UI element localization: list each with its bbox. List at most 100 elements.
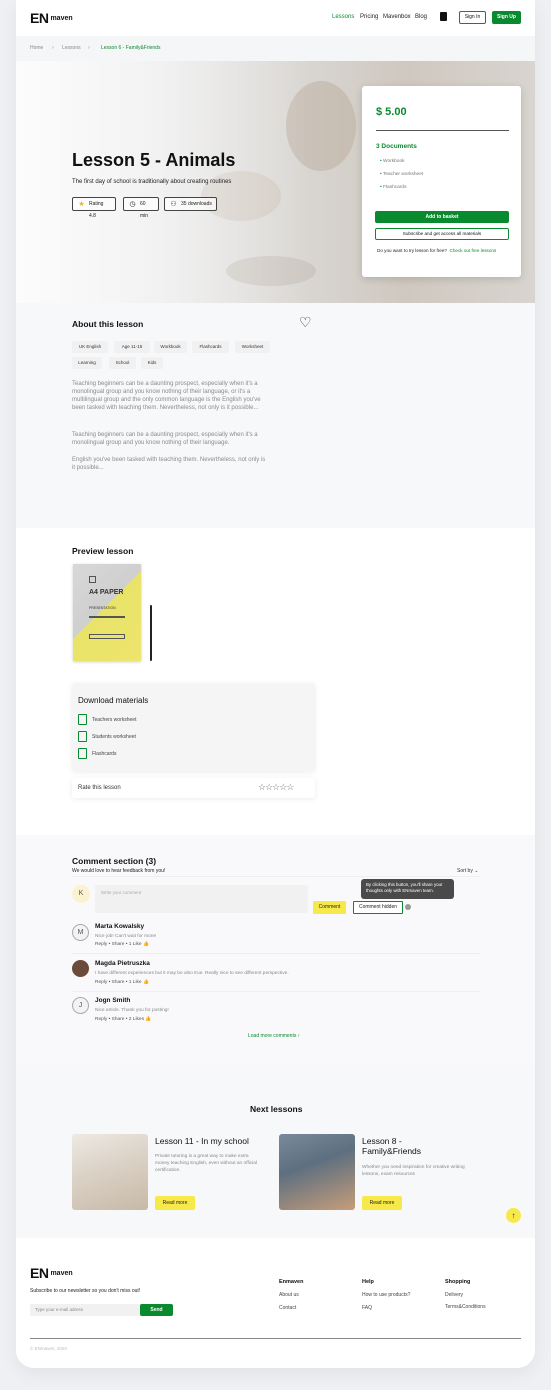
file-icon bbox=[78, 714, 87, 725]
avatar: M bbox=[72, 924, 89, 941]
tag[interactable]: Worksheet bbox=[235, 341, 270, 353]
lesson-title: Lesson 5 - Animals bbox=[72, 150, 236, 170]
preview-thumbnail[interactable]: A4 PAPER PRESENTATION bbox=[73, 564, 141, 661]
nav-blog[interactable]: Blog bbox=[415, 14, 427, 20]
lesson-card-text: Whether you need inspiration for creativ… bbox=[362, 1165, 465, 1177]
bullet-icon: • bbox=[380, 172, 382, 177]
comment-button[interactable]: Comment bbox=[313, 901, 346, 914]
free-lessons-link[interactable]: Check out free lessons bbox=[450, 248, 497, 253]
download-item[interactable]: Flashcards bbox=[78, 747, 116, 761]
footer-link[interactable]: Terms&Conditions bbox=[445, 1304, 486, 1310]
download-item[interactable]: Students worksheet bbox=[78, 730, 136, 744]
breadcrumb-bar bbox=[16, 36, 535, 61]
nav-lessons[interactable]: Lessons bbox=[332, 14, 354, 20]
sort-label: Sort by bbox=[457, 868, 473, 874]
newsletter-text: Subscribe to our newsletter so you don't… bbox=[30, 1288, 141, 1294]
comment-hidden-button[interactable]: Comment hidden bbox=[353, 901, 403, 914]
tag[interactable]: UK English bbox=[72, 341, 108, 353]
file-icon bbox=[78, 731, 87, 742]
avatar bbox=[72, 960, 89, 977]
download-item-label: Teachers worksheet bbox=[92, 717, 137, 723]
share-link[interactable]: Share bbox=[112, 980, 125, 985]
star-icon[interactable]: ☆ bbox=[286, 782, 294, 792]
breadcrumb-home[interactable]: Home bbox=[30, 45, 43, 51]
price-card: $ 5.00 3 Documents • Workbook • Teacher … bbox=[362, 86, 521, 277]
comments-title: Comment section (3) bbox=[72, 856, 157, 866]
breadcrumb-lessons[interactable]: Lessons bbox=[62, 45, 81, 51]
read-more-button[interactable]: Read more bbox=[362, 1196, 402, 1210]
sign-up-button[interactable]: Sign Up bbox=[492, 11, 521, 24]
basket-icon[interactable] bbox=[440, 12, 447, 21]
comment-actions: Reply • Share • 2 Likes 👍 bbox=[95, 1017, 152, 1022]
footer bbox=[16, 1238, 535, 1368]
tag[interactable]: Age 11-15 bbox=[114, 341, 150, 353]
reply-link[interactable]: Reply bbox=[95, 1017, 107, 1022]
paper-line bbox=[89, 616, 125, 618]
doc-item-label: Workbook bbox=[383, 159, 405, 164]
docs-title: 3 Documents bbox=[376, 143, 417, 150]
tag[interactable]: Kids bbox=[141, 357, 163, 369]
next-lessons-title: Next lessons bbox=[250, 1104, 303, 1114]
info-icon[interactable] bbox=[405, 904, 411, 910]
tag[interactable]: School bbox=[109, 357, 136, 369]
comment-input[interactable]: Write your comment bbox=[95, 885, 308, 913]
duration-badge: ◷ 60 min bbox=[123, 197, 159, 219]
chevron-right-icon: › bbox=[88, 45, 90, 51]
logo[interactable]: EN maven bbox=[30, 10, 73, 26]
pen-shape bbox=[150, 605, 152, 661]
clock-icon: ◷ bbox=[129, 201, 136, 208]
doc-item-label: Teacher worksheet bbox=[382, 172, 424, 177]
comment-author: Marta Kowalsky bbox=[95, 923, 145, 930]
downloads-badge: ⚇ 35 downloads bbox=[164, 197, 217, 211]
thumbs-up-icon[interactable]: 👍 bbox=[143, 980, 149, 985]
comment-actions: Reply • Share • 1 Like 👍 bbox=[95, 942, 149, 947]
avatar: J bbox=[72, 997, 89, 1014]
tag[interactable]: Learning bbox=[72, 357, 102, 369]
share-link[interactable]: Share bbox=[112, 942, 125, 947]
footer-col-title: Enmaven bbox=[279, 1279, 304, 1285]
send-button[interactable]: Send bbox=[140, 1304, 173, 1316]
lesson-card-image[interactable] bbox=[72, 1134, 148, 1210]
footer-link[interactable]: How to use products? bbox=[362, 1292, 410, 1298]
bullet-icon: • bbox=[380, 159, 382, 164]
logo-mark: EN bbox=[30, 1265, 49, 1281]
divider bbox=[72, 953, 480, 954]
lesson-card-title[interactable]: Lesson 11 - In my school bbox=[155, 1136, 265, 1146]
footer-logo[interactable]: EN maven bbox=[30, 1265, 73, 1281]
comment-author: Magda Pietruszka bbox=[95, 960, 150, 967]
nav-pricing[interactable]: Pricing bbox=[360, 14, 378, 20]
heart-icon[interactable]: ♡ bbox=[299, 315, 312, 329]
nav-mavenbox[interactable]: Mavenbox bbox=[383, 14, 411, 20]
paper-title: A4 PAPER bbox=[89, 589, 124, 596]
add-to-basket-button[interactable]: Add to basket bbox=[375, 211, 509, 223]
share-link[interactable]: Share bbox=[112, 1017, 125, 1022]
about-paragraph: English you've been tasked with teaching… bbox=[72, 457, 266, 471]
thumbs-up-icon[interactable]: 👍 bbox=[145, 1017, 151, 1022]
logo-text: maven bbox=[50, 15, 73, 22]
load-more-link[interactable]: Load more comments › bbox=[248, 1033, 299, 1039]
sign-in-button[interactable]: Sign In bbox=[459, 11, 486, 24]
subscribe-button[interactable]: Subscribe and get access all materials bbox=[375, 228, 509, 240]
reply-link[interactable]: Reply bbox=[95, 980, 107, 985]
lesson-card-image[interactable] bbox=[279, 1134, 355, 1210]
lesson-card-title[interactable]: Lesson 8 - Family&Friends bbox=[362, 1136, 442, 1156]
email-input[interactable]: Type your e-mail adress bbox=[30, 1304, 142, 1316]
bullet-icon: • bbox=[380, 185, 382, 190]
download-item[interactable]: Teachers worksheet bbox=[78, 713, 136, 727]
about-paragraph: Teaching beginners can be a daunting pro… bbox=[72, 381, 261, 411]
like-count: 1 Like bbox=[128, 980, 142, 985]
tag[interactable]: Workbook bbox=[154, 341, 187, 353]
footer-link[interactable]: Delivery bbox=[445, 1292, 463, 1298]
footer-link[interactable]: Contact bbox=[279, 1305, 296, 1311]
footer-link[interactable]: About us bbox=[279, 1292, 299, 1298]
doc-item: • Teacher worksheet bbox=[380, 172, 423, 177]
reply-link[interactable]: Reply bbox=[95, 942, 107, 947]
read-more-button[interactable]: Read more bbox=[155, 1196, 195, 1210]
footer-link[interactable]: FAQ bbox=[362, 1305, 372, 1311]
scroll-top-icon[interactable]: ↑ bbox=[506, 1208, 521, 1223]
tag[interactable]: Flashcards bbox=[192, 341, 229, 353]
thumbs-up-icon[interactable]: 👍 bbox=[143, 942, 149, 947]
rating-stars[interactable]: ☆☆☆☆☆ bbox=[258, 782, 294, 793]
comment-text: Nice article. Thank you for posting! bbox=[95, 1008, 169, 1013]
sort-dropdown[interactable]: Sort by ⌄ bbox=[457, 868, 478, 874]
